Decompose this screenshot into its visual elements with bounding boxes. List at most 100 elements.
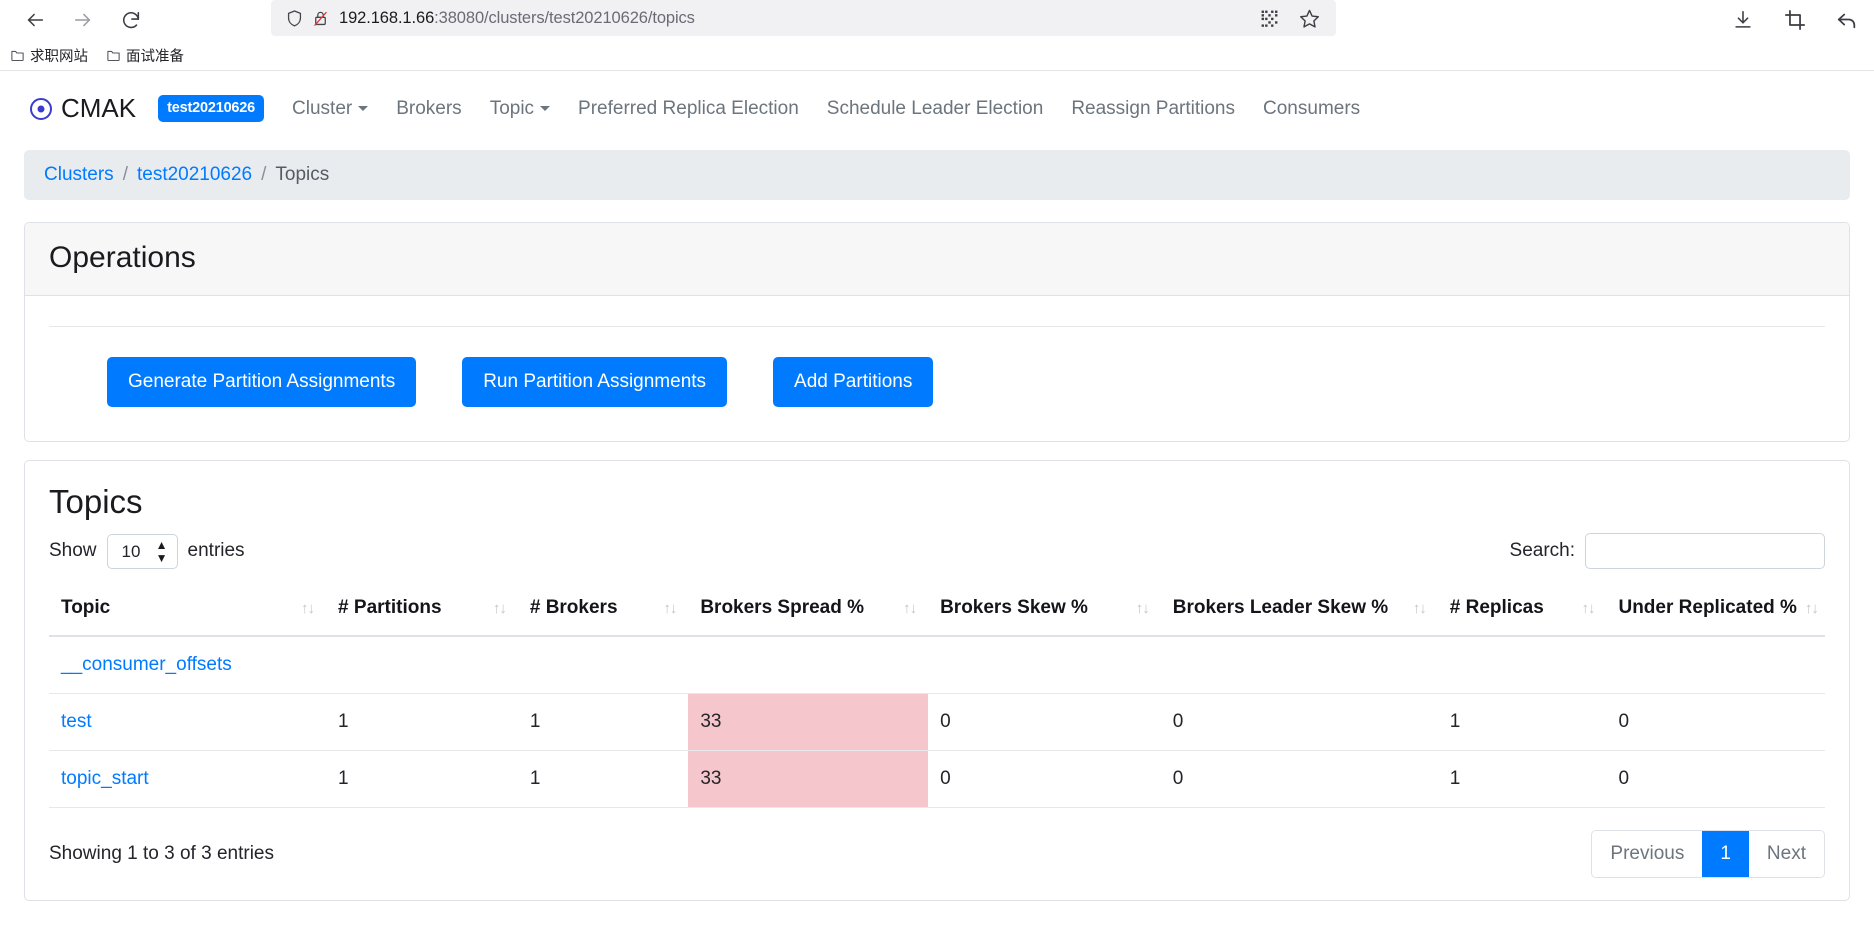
nav-link-schedule-leader-election[interactable]: Schedule Leader Election xyxy=(813,98,1058,120)
cell-brokers-leader-skew: 0 xyxy=(1160,750,1438,808)
col-brokers-spread[interactable]: Brokers Spread % ↑↓ xyxy=(688,587,929,637)
bookmark-item-0[interactable]: 求职网站 xyxy=(10,45,88,66)
qr-code-icon[interactable] xyxy=(1256,5,1282,31)
cell-brokers: 1 xyxy=(517,750,689,808)
col-brokers-skew[interactable]: Brokers Skew % ↑↓ xyxy=(928,587,1161,637)
sort-updown-icon: ↑↓ xyxy=(1135,599,1150,617)
bookmark-label: 面试准备 xyxy=(126,48,184,65)
sort-updown-icon: ↑↓ xyxy=(492,599,507,617)
col-under-replicated[interactable]: Under Replicated % ↑↓ xyxy=(1606,587,1825,637)
undo-arrow-icon[interactable] xyxy=(1834,7,1860,33)
shield-icon[interactable] xyxy=(281,5,307,31)
cell-replicas: 1 xyxy=(1437,750,1607,808)
nav-link-label: Preferred Replica Election xyxy=(578,97,799,119)
sort-updown-icon: ↑↓ xyxy=(301,599,315,617)
cell-topic: test xyxy=(49,693,327,751)
folder-icon xyxy=(10,48,25,63)
brand-label: CMAK xyxy=(61,93,137,123)
cell-under-replicated xyxy=(1606,636,1825,694)
pagination-next[interactable]: Next xyxy=(1748,831,1824,877)
show-entries-control: Show 10 25 50 100 ▲▼ entries xyxy=(49,533,245,569)
cell-topic: __consumer_offsets xyxy=(49,636,327,694)
nav-link-consumers[interactable]: Consumers xyxy=(1249,98,1374,120)
topic-link[interactable]: topic_start xyxy=(61,768,149,789)
col-label: Topic xyxy=(61,597,111,618)
brand[interactable]: CMAK xyxy=(30,93,136,124)
sort-updown-icon: ↑↓ xyxy=(663,599,677,617)
col-replicas[interactable]: # Replicas ↑↓ xyxy=(1437,587,1607,637)
cell-partitions: 1 xyxy=(326,693,518,751)
crop-capture-icon[interactable] xyxy=(1782,7,1808,33)
topic-link[interactable]: test xyxy=(61,711,92,732)
nav-link-cluster[interactable]: Cluster xyxy=(278,98,382,120)
col-label: Brokers Skew % xyxy=(940,597,1088,618)
cell-under-replicated: 0 xyxy=(1606,750,1825,808)
run-partition-assignments-button[interactable]: Run Partition Assignments xyxy=(462,357,728,407)
cell-partitions: 1 xyxy=(326,750,518,808)
browser-nav-buttons xyxy=(14,7,144,33)
cell-brokers xyxy=(517,636,689,694)
sort-updown-icon: ↑↓ xyxy=(1412,599,1427,617)
download-icon[interactable] xyxy=(1730,7,1756,33)
nav-link-topic[interactable]: Topic xyxy=(476,98,564,120)
cell-brokers-spread xyxy=(688,636,929,694)
nav-link-reassign-partitions[interactable]: Reassign Partitions xyxy=(1057,98,1249,120)
folder-icon xyxy=(106,48,121,63)
col-label: Brokers Spread % xyxy=(700,597,865,618)
page-size-select[interactable]: 10 25 50 100 xyxy=(106,533,178,569)
nav-link-label: Cluster xyxy=(292,97,353,119)
bookmark-item-1[interactable]: 面试准备 xyxy=(106,45,184,66)
reload-icon[interactable] xyxy=(118,7,144,33)
bookmark-label: 求职网站 xyxy=(30,48,88,65)
operations-title: Operations xyxy=(25,223,1849,296)
chevron-down-icon xyxy=(540,106,551,111)
cell-under-replicated: 0 xyxy=(1606,693,1825,751)
col-brokers[interactable]: # Brokers ↑↓ xyxy=(517,587,689,637)
col-label: Under Replicated % xyxy=(1618,597,1797,618)
nav-link-brokers[interactable]: Brokers xyxy=(382,98,475,120)
breadcrumb-clusters[interactable]: Clusters xyxy=(44,164,114,186)
cell-brokers-leader-skew xyxy=(1160,636,1438,694)
col-topic[interactable]: Topic ↑↓ xyxy=(49,587,327,637)
lock-crossed-icon[interactable] xyxy=(307,5,333,31)
cell-brokers-skew: 0 xyxy=(928,750,1161,808)
browser-chrome: 192.168.1.66:38080/clusters/test20210626… xyxy=(0,0,1874,71)
breadcrumb: Clusters / test20210626 / Topics xyxy=(24,150,1850,200)
cell-partitions xyxy=(326,636,518,694)
cell-topic: topic_start xyxy=(49,750,327,808)
browser-toolbar: 192.168.1.66:38080/clusters/test20210626… xyxy=(0,0,1874,40)
breadcrumb-cluster[interactable]: test20210626 xyxy=(137,164,252,186)
nav-link-label: Schedule Leader Election xyxy=(826,97,1044,119)
bookmarks-bar: 求职网站 面试准备 xyxy=(0,40,1874,70)
col-partitions[interactable]: # Partitions ↑↓ xyxy=(326,587,518,637)
browser-extra-actions xyxy=(1730,0,1860,40)
back-arrow-icon[interactable] xyxy=(22,7,48,33)
add-partitions-button[interactable]: Add Partitions xyxy=(773,357,934,407)
table-controls: Show 10 25 50 100 ▲▼ entries xyxy=(49,533,1825,569)
address-bar[interactable]: 192.168.1.66:38080/clusters/test20210626… xyxy=(271,0,1336,36)
topics-heading: Topics xyxy=(49,483,143,520)
col-label: # Replicas xyxy=(1449,597,1544,618)
pagination-page-1[interactable]: 1 xyxy=(1702,831,1749,877)
topics-table-head: Topic ↑↓ # Partitions ↑↓ # Brokers ↑↓ Broke… xyxy=(49,587,1825,637)
search-input[interactable] xyxy=(1585,533,1825,569)
pagination-previous[interactable]: Previous xyxy=(1592,831,1703,877)
generate-partition-assignments-button[interactable]: Generate Partition Assignments xyxy=(107,357,417,407)
cluster-badge[interactable]: test20210626 xyxy=(158,95,265,122)
star-outline-icon[interactable] xyxy=(1296,5,1322,31)
nav-link-label: Topic xyxy=(489,97,535,119)
col-brokers-leader-skew[interactable]: Brokers Leader Skew % ↑↓ xyxy=(1160,587,1438,637)
search-label: Search: xyxy=(1509,540,1575,561)
topics-header-row: Topic ↑↓ # Partitions ↑↓ # Brokers ↑↓ Broke… xyxy=(49,587,1825,637)
page-size-select-wrap[interactable]: 10 25 50 100 ▲▼ xyxy=(106,533,178,569)
topic-link[interactable]: __consumer_offsets xyxy=(61,654,232,675)
breadcrumb-current: Topics xyxy=(275,164,330,185)
cell-brokers-leader-skew: 0 xyxy=(1160,693,1438,751)
forward-arrow-icon[interactable] xyxy=(70,7,96,33)
showing-entries-text: Showing 1 to 3 of 3 entries xyxy=(49,843,274,864)
breadcrumb-separator: / xyxy=(122,164,128,185)
nav-link-label: Consumers xyxy=(1263,97,1361,119)
page-content: CMAK test20210626 Cluster Brokers Topic … xyxy=(0,71,1874,901)
nav-link-preferred-replica-election[interactable]: Preferred Replica Election xyxy=(564,98,813,120)
operations-card: Operations Generate Partition Assignment… xyxy=(24,222,1850,442)
